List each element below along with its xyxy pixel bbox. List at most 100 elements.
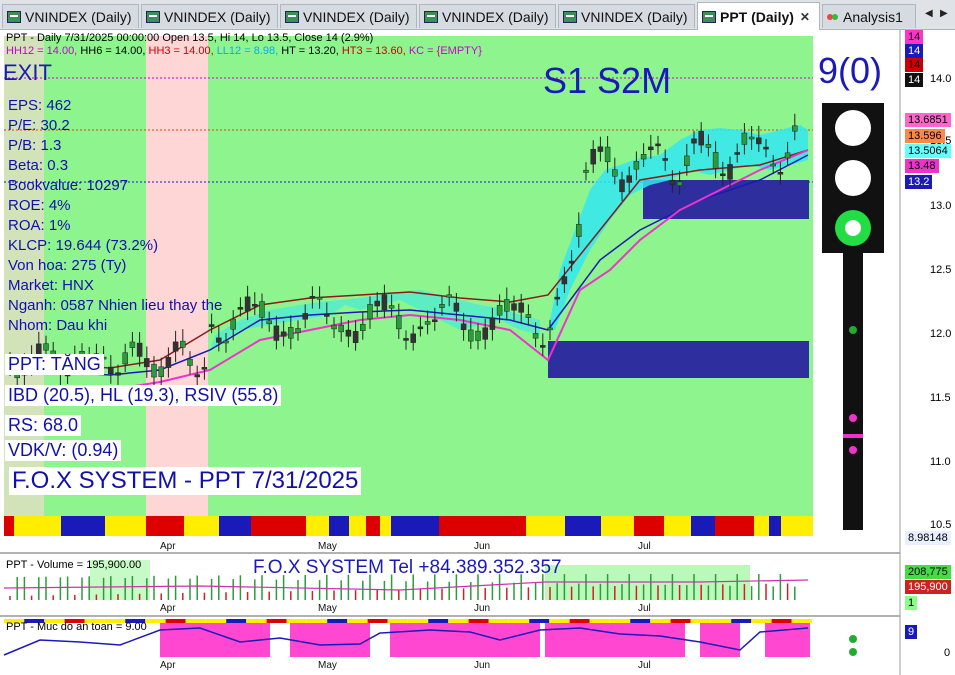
candle-body xyxy=(504,299,510,312)
candle-body xyxy=(230,318,236,330)
vdk-ratio: VDK/V: (0.94) xyxy=(5,440,122,461)
system-title: F.O.X SYSTEM - PPT 7/31/2025 xyxy=(9,467,362,495)
axis-tick: 13.0 xyxy=(930,200,952,212)
candle-body xyxy=(698,130,704,146)
candle-body xyxy=(43,343,49,351)
roe: ROE: 4% xyxy=(8,197,71,214)
candle-body xyxy=(266,320,272,325)
chart-icon xyxy=(146,10,160,23)
axis-tick: 12.5 xyxy=(930,264,952,276)
strip-segment xyxy=(526,516,565,536)
tab-label: VNINDEX (Daily) xyxy=(442,8,549,25)
volume-badge: 1 xyxy=(905,596,918,610)
candle-body xyxy=(345,329,352,337)
traffic-pole xyxy=(843,253,863,530)
month-label: Jul xyxy=(638,660,651,671)
axis-tick: 14.0 xyxy=(930,73,952,85)
strip-segment xyxy=(769,516,781,536)
scroll-left-icon[interactable]: ◀ xyxy=(925,8,933,19)
price-badge: 13.6851 xyxy=(905,113,951,127)
candle-body xyxy=(165,357,172,368)
tab-vnindex-5[interactable]: VNINDEX (Daily) xyxy=(558,4,695,28)
strip-segment xyxy=(484,516,526,536)
roa: ROA: 1% xyxy=(8,217,71,234)
tab-analysis1[interactable]: Analysis1 xyxy=(822,4,916,28)
candle-body xyxy=(583,169,589,173)
month-label: May xyxy=(318,541,337,552)
contact-tel: F.O.X SYSTEM Tel +84.389.352.357 xyxy=(253,557,562,578)
safety-strip xyxy=(690,619,711,623)
month-label: Apr xyxy=(160,603,176,614)
strip-segment xyxy=(349,516,366,536)
candle-body xyxy=(612,169,618,177)
safety-strip xyxy=(347,619,368,623)
chart-icon xyxy=(7,10,21,23)
candle-body xyxy=(684,155,690,167)
candle-body xyxy=(554,296,560,300)
light-mid xyxy=(835,160,871,196)
axis-tick: 11.0 xyxy=(930,456,951,468)
support-zone xyxy=(548,341,809,378)
candle-body xyxy=(208,324,215,327)
tab-vnindex-2[interactable]: VNINDEX (Daily) xyxy=(141,4,278,28)
candle-body xyxy=(561,276,568,285)
candle-body xyxy=(216,337,222,343)
safety-dot xyxy=(849,648,857,656)
candle-body xyxy=(518,302,524,313)
candle-body xyxy=(374,300,380,307)
candle-body xyxy=(122,352,128,365)
close-icon[interactable]: ✕ xyxy=(800,10,810,24)
price-badge: 14 xyxy=(905,58,924,72)
axis-tick: 11.5 xyxy=(930,392,951,404)
price-badge: 14 xyxy=(905,30,924,44)
safety-strip xyxy=(428,619,449,623)
chart-icon xyxy=(285,10,299,23)
candle-body xyxy=(316,297,323,300)
light-top xyxy=(835,110,871,146)
market-cap: Von hoa: 275 (Ty) xyxy=(8,257,127,274)
strip-segment xyxy=(61,516,105,536)
safety-strip xyxy=(185,619,206,623)
safety-segment xyxy=(700,623,740,657)
tab-label: PPT (Daily) xyxy=(720,8,794,25)
strip-segment xyxy=(366,516,380,536)
candle-body xyxy=(511,303,517,311)
candle-body xyxy=(108,366,114,375)
candle-body xyxy=(396,315,402,330)
candle-body xyxy=(604,146,611,163)
candle-body xyxy=(482,327,488,340)
month-label: Jul xyxy=(638,603,651,614)
candle-body xyxy=(453,302,460,312)
scroll-right-icon[interactable]: ▶ xyxy=(940,8,948,19)
tab-ppt[interactable]: PPT (Daily) ✕ xyxy=(697,2,820,30)
candle-body xyxy=(360,323,366,331)
volume-badge: 195,900 xyxy=(905,580,951,594)
tab-vnindex-1[interactable]: VNINDEX (Daily) xyxy=(2,4,139,28)
month-label: Apr xyxy=(160,660,176,671)
safety-strip xyxy=(165,619,186,623)
candle-body xyxy=(158,366,164,377)
candle-body xyxy=(309,296,316,299)
tab-vnindex-3[interactable]: VNINDEX (Daily) xyxy=(280,4,417,28)
rs-rating: RS: 68.0 xyxy=(5,415,82,436)
safety-strip xyxy=(569,619,590,623)
ll12-value: LL12 = 8.98, xyxy=(216,45,282,57)
safety-strip xyxy=(650,619,671,623)
strip-segment xyxy=(601,516,634,536)
candle-body xyxy=(540,345,546,348)
candle-body xyxy=(763,146,769,150)
candle-body xyxy=(720,173,726,177)
indicator-header: HH12 = 14.00, HH6 = 14.00, HH3 = 14.00, … xyxy=(6,45,482,57)
candle-body xyxy=(727,164,733,180)
candle-body xyxy=(734,152,740,155)
candle-body xyxy=(489,317,496,330)
tab-vnindex-4[interactable]: VNINDEX (Daily) xyxy=(419,4,556,28)
candle-body xyxy=(468,329,474,342)
candle-body xyxy=(475,330,481,341)
exit-label: EXIT xyxy=(3,60,52,85)
axis-tick: 10.5 xyxy=(930,519,952,531)
strip-segment xyxy=(251,516,280,536)
klcp: KLCP: 19.644 (73.2%) xyxy=(8,237,159,254)
safety-strip xyxy=(408,619,428,623)
candle-body xyxy=(568,260,575,264)
